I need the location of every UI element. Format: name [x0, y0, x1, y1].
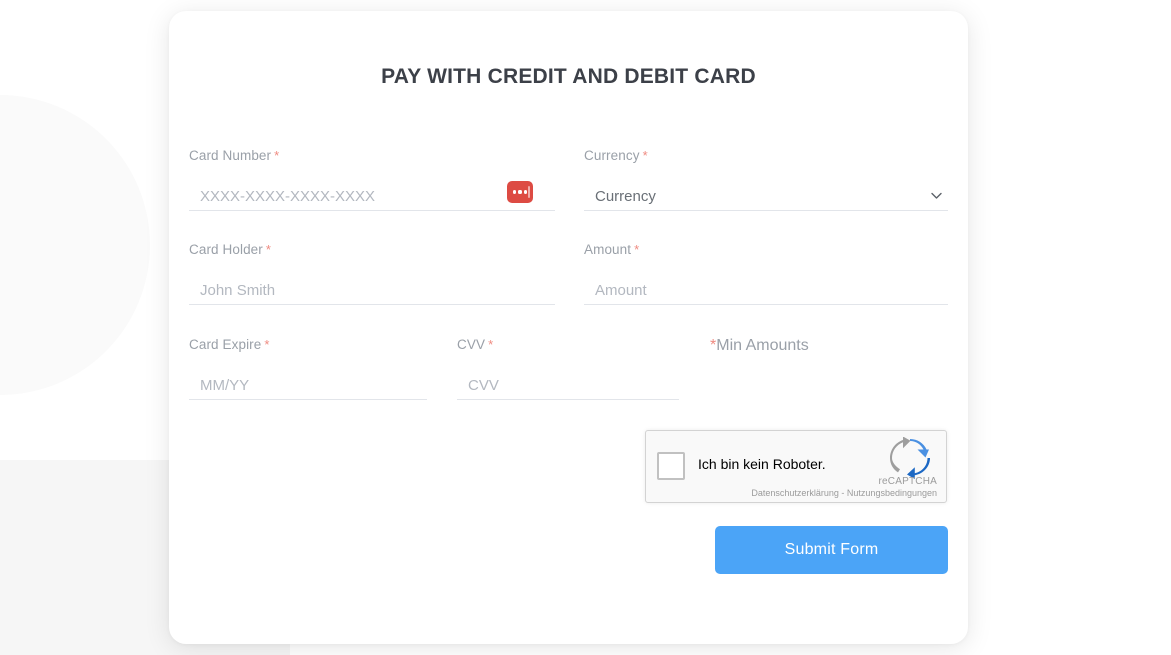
recaptcha-logo-icon	[887, 436, 933, 479]
card-number-required-asterisk: *	[274, 148, 280, 163]
currency-label-text: Currency	[584, 148, 640, 163]
amount-label-text: Amount	[584, 242, 632, 257]
card-number-label-text: Card Number	[189, 148, 272, 163]
field-currency: Currency * Currency	[584, 148, 948, 211]
recaptcha-widget[interactable]: Ich bin kein Roboter. reCAPTCHA Datensch…	[645, 430, 947, 503]
amount-label: Amount *	[584, 242, 948, 257]
cvv-input[interactable]	[457, 371, 679, 399]
card-holder-label: Card Holder *	[189, 242, 555, 257]
field-card-expire: Card Expire *	[189, 337, 427, 400]
min-amounts-text: Min Amounts	[716, 337, 809, 354]
recaptcha-terms: Datenschutzerklärung - Nutzungsbedingung…	[751, 488, 937, 498]
card-dot-1	[512, 190, 516, 194]
card-holder-input-wrap	[189, 276, 555, 305]
field-amount: Amount *	[584, 242, 948, 305]
card-holder-label-text: Card Holder	[189, 242, 263, 257]
card-expire-input[interactable]	[189, 371, 427, 399]
currency-select-wrap: Currency	[584, 182, 948, 211]
amount-input-wrap	[584, 276, 948, 305]
recaptcha-brand-text: reCAPTCHA	[878, 476, 937, 487]
card-expire-label-text: Card Expire	[189, 337, 262, 352]
card-number-label: Card Number *	[189, 148, 567, 163]
amount-input[interactable]	[584, 276, 948, 304]
field-cvv: CVV *	[457, 337, 679, 400]
amount-required-asterisk: *	[634, 242, 640, 257]
card-holder-required-asterisk: *	[265, 242, 272, 257]
card-icon-bar	[528, 186, 530, 198]
card-number-input[interactable]	[189, 182, 555, 210]
card-dot-2	[518, 190, 522, 194]
min-amounts-note: *Min Amounts	[710, 337, 809, 355]
card-expire-label: Card Expire *	[189, 337, 427, 352]
cvv-label: CVV *	[457, 337, 679, 352]
page-root: PAY WITH CREDIT AND DEBIT CARD Card Numb…	[0, 0, 1171, 655]
recaptcha-checkbox[interactable]	[657, 452, 685, 480]
page-title: PAY WITH CREDIT AND DEBIT CARD	[381, 65, 756, 88]
currency-select[interactable]: Currency	[584, 182, 948, 210]
submit-form-button[interactable]: Submit Form	[715, 526, 948, 574]
background-circle-decoration	[0, 95, 150, 395]
field-card-holder: Card Holder *	[189, 242, 555, 305]
recaptcha-terms-separator: -	[838, 488, 847, 498]
cvv-input-wrap	[457, 371, 679, 400]
card-dots-icon[interactable]	[507, 181, 533, 203]
card-expire-input-wrap	[189, 371, 427, 400]
card-holder-input[interactable]	[189, 276, 555, 304]
recaptcha-privacy-link[interactable]: Datenschutzerklärung	[751, 488, 839, 498]
card-expire-required-asterisk: *	[264, 337, 270, 352]
payment-card-panel: PAY WITH CREDIT AND DEBIT CARD Card Numb…	[169, 11, 968, 644]
field-card-number: Card Number *	[189, 148, 567, 211]
recaptcha-terms-link[interactable]: Nutzungsbedingungen	[847, 488, 937, 498]
currency-label: Currency *	[584, 148, 948, 163]
cvv-required-asterisk: *	[488, 337, 494, 352]
card-number-input-wrap	[189, 181, 555, 211]
card-dot-3	[524, 190, 528, 194]
currency-required-asterisk: *	[642, 148, 648, 163]
cvv-label-text: CVV	[457, 337, 486, 352]
recaptcha-label: Ich bin kein Roboter.	[698, 456, 826, 472]
